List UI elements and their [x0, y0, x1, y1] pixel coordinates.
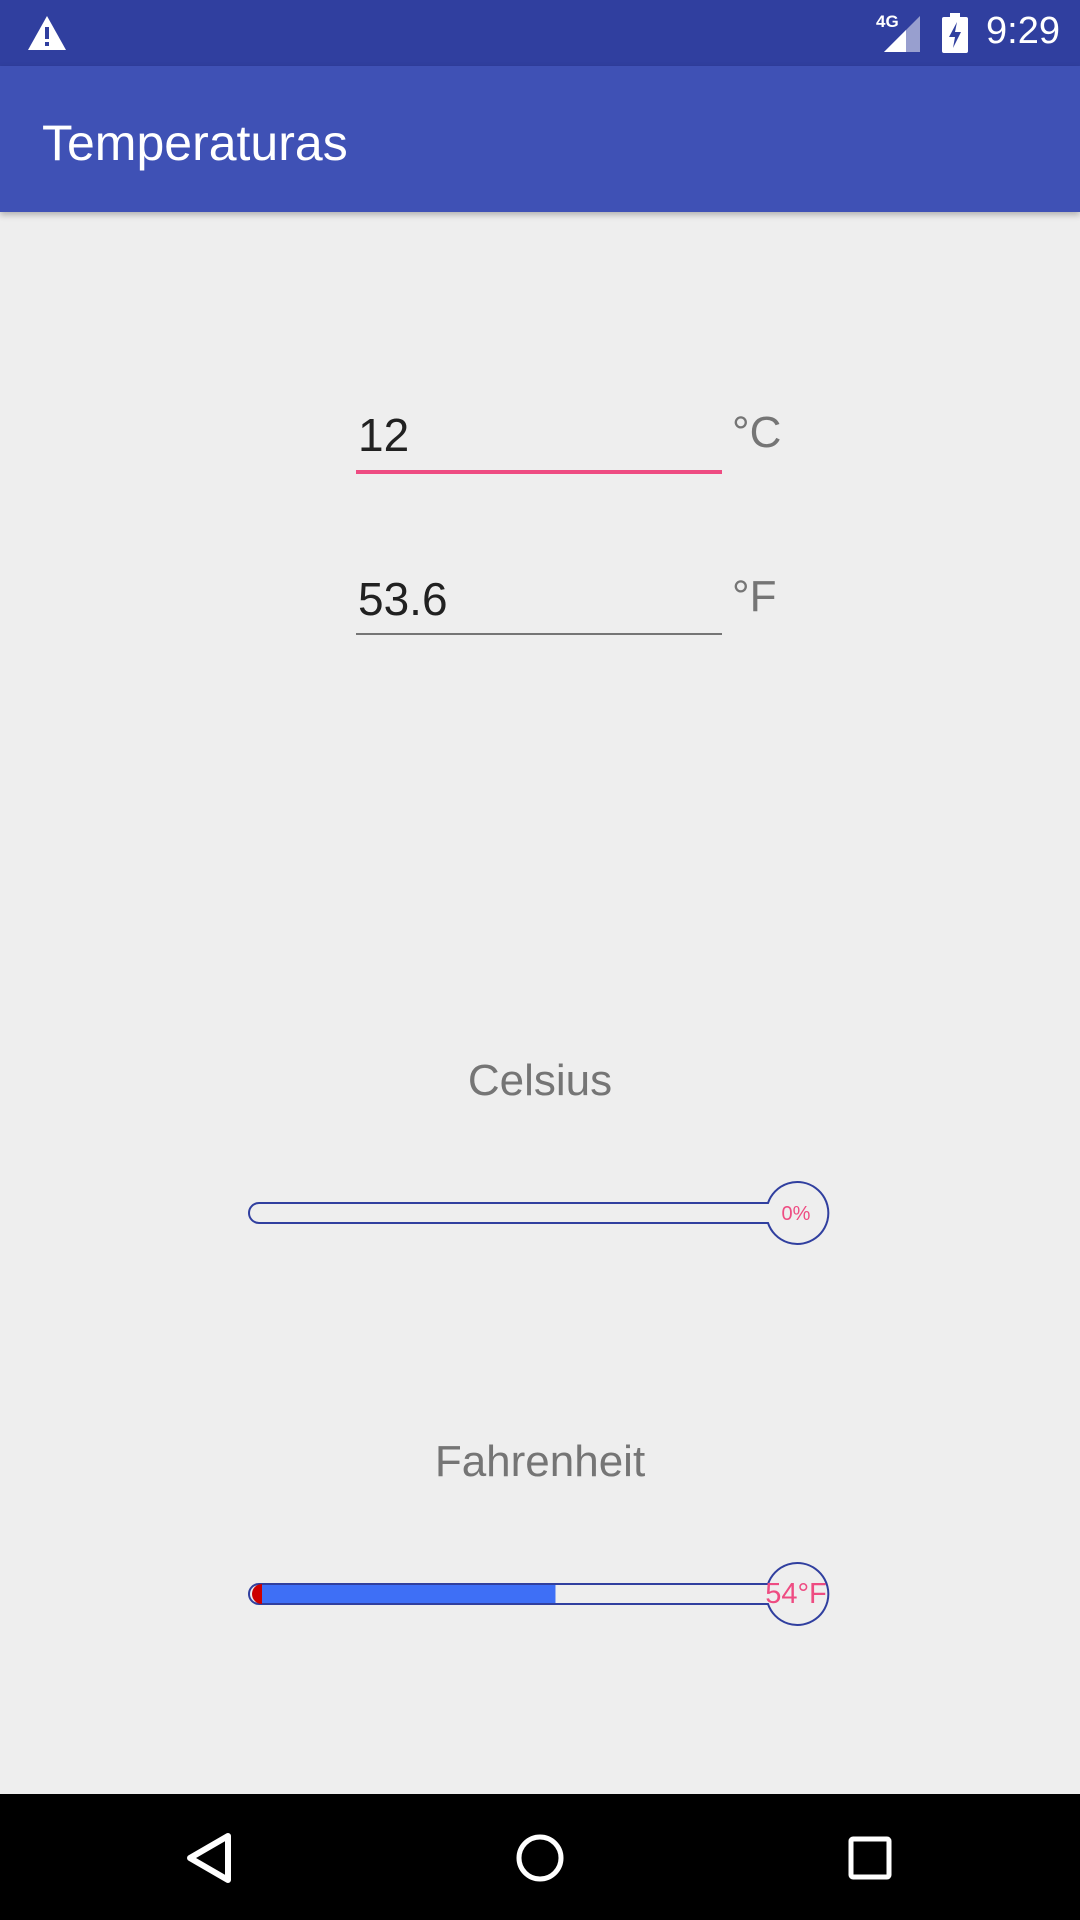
fahrenheit-input-underline — [356, 633, 722, 635]
fahrenheit-input[interactable]: 53.6 — [356, 564, 722, 634]
battery-charging-icon — [942, 13, 968, 53]
fahrenheit-gauge-fill — [262, 1585, 556, 1603]
celsius-thermometer-gauge: 0% — [248, 1181, 830, 1245]
recents-icon[interactable] — [840, 1828, 900, 1888]
celsius-gauge-label: Celsius — [467, 1056, 613, 1105]
navigation-bar — [0, 1794, 1080, 1920]
fahrenheit-unit-label: °F — [732, 572, 777, 621]
status-bar: 4G 9:29 — [0, 0, 1080, 66]
status-time: 9:29 — [986, 10, 1060, 52]
fahrenheit-gauge-bulb — [252, 1584, 262, 1604]
app-title: Temperaturas — [42, 115, 348, 171]
celsius-gauge-readout: 0% — [782, 1203, 811, 1225]
celsius-input-underline — [356, 470, 722, 474]
fahrenheit-gauge-label: Fahrenheit — [434, 1437, 646, 1486]
warning-icon — [28, 16, 66, 50]
fahrenheit-thermometer-gauge: 54°F — [248, 1562, 830, 1626]
app-bar: Temperaturas — [0, 66, 1080, 212]
signal-icon — [884, 16, 920, 52]
fahrenheit-gauge-readout: 54°F — [765, 1578, 827, 1610]
back-icon[interactable] — [180, 1828, 240, 1888]
celsius-input[interactable]: 12 — [356, 400, 722, 470]
celsius-unit-label: °C — [732, 408, 782, 457]
home-icon[interactable] — [510, 1828, 570, 1888]
